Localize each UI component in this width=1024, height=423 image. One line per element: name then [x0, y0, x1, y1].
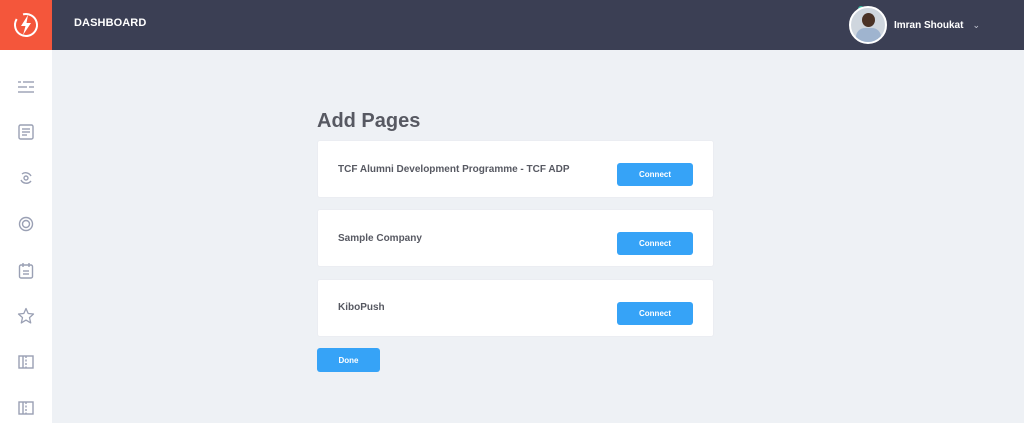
add-pages-panel: Add Pages TCF Alumni Development Program… [317, 107, 714, 372]
section-heading: Add Pages [317, 110, 421, 132]
page-name: KiboPush [338, 302, 385, 313]
calendar-icon[interactable] [16, 260, 36, 280]
layout-icon[interactable] [16, 398, 36, 418]
sidebar [0, 50, 52, 423]
app-logo[interactable] [0, 0, 52, 50]
page-name: Sample Company [338, 233, 422, 244]
page-title: DASHBOARD [74, 17, 147, 29]
done-button[interactable]: Done [317, 348, 380, 372]
connect-button[interactable]: Connect [617, 302, 693, 325]
connect-button[interactable]: Connect [617, 232, 693, 255]
chevron-down-icon[interactable]: ⌄ [972, 20, 980, 31]
target-circle-icon[interactable] [16, 214, 36, 234]
page-card: TCF Alumni Development Programme - TCF A… [317, 140, 714, 198]
menu-list-icon[interactable] [16, 77, 36, 97]
lightning-bolt-icon [13, 12, 38, 37]
page-name: TCF Alumni Development Programme - TCF A… [338, 164, 570, 175]
user-name[interactable]: Imran Shoukat [894, 20, 963, 31]
layout-icon[interactable] [16, 352, 36, 372]
page-card: Sample Company Connect [317, 209, 714, 267]
page-card: KiboPush Connect [317, 279, 714, 337]
user-menu[interactable]: Imran Shoukat ⌄ [848, 5, 980, 45]
star-icon[interactable] [16, 306, 36, 326]
refresh-cycle-icon[interactable] [16, 168, 36, 188]
avatar[interactable] [848, 6, 887, 44]
document-icon[interactable] [16, 122, 36, 142]
connect-button[interactable]: Connect [617, 163, 693, 186]
